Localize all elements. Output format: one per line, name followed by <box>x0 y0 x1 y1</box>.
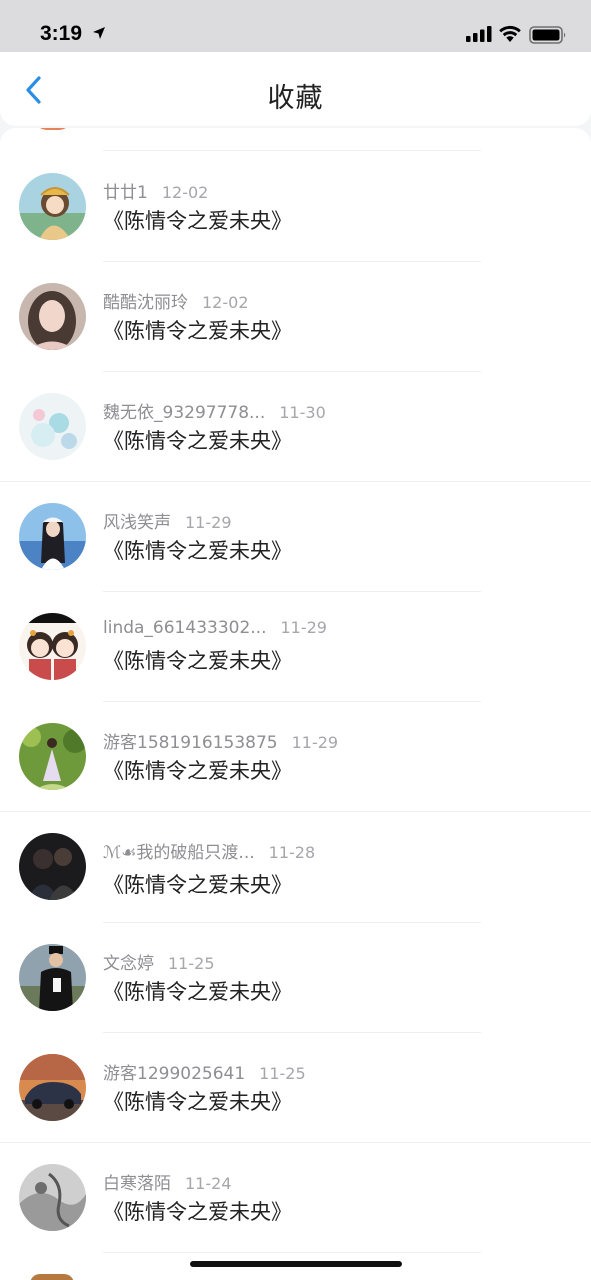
list-item[interactable]: 风浅笑声 11-29 《陈情令之爱未央》 <box>0 481 591 591</box>
page-title: 收藏 <box>267 83 324 114</box>
username: 游客1581916153875 <box>103 733 278 753</box>
avatar[interactable] <box>19 283 86 350</box>
list-item[interactable]: 酷酷沈丽玲 12-02 《陈情令之爱未央》 <box>0 261 591 371</box>
list-item[interactable]: 文念婷 11-25 《陈情令之爱未央》 <box>0 922 591 1032</box>
username: 风浅笑声 <box>103 513 171 533</box>
cellular-signal-icon <box>466 26 492 42</box>
divider <box>103 1252 481 1253</box>
avatar[interactable] <box>19 833 86 900</box>
item-meta: 廿廿1 12-02 <box>103 178 208 203</box>
list-item[interactable]: 游客1299025641 11-25 《陈情令之爱未央》 <box>0 1032 591 1142</box>
item-meta: 魏无依_93297778... 11-30 <box>103 398 326 423</box>
username: 廿廿1 <box>103 183 148 203</box>
username: 文念婷 <box>103 954 154 974</box>
home-indicator[interactable] <box>190 1261 402 1267</box>
list-item[interactable]: ℳ☙我的破船只渡... 11-28 《陈情令之爱未央》 <box>0 811 591 927</box>
item-title: 《陈情令之爱未央》 <box>103 873 292 897</box>
list-item[interactable]: 白寒落陌 11-24 《陈情令之爱未央》 <box>0 1142 591 1252</box>
favorites-list[interactable]: 廿廿1 12-02 《陈情令之爱未央》 酷酷沈丽玲 12-02 《陈情令之爱未央》 <box>0 128 591 1280</box>
list-item[interactable]: linda_661433302... 11-29 《陈情令之爱未央》 <box>0 591 591 701</box>
item-meta: 游客1581916153875 11-29 <box>103 728 338 753</box>
item-meta: 文念婷 11-25 <box>103 949 215 974</box>
item-title: 《陈情令之爱未央》 <box>103 1200 292 1224</box>
status-bar: 3:19 <box>0 0 591 52</box>
item-title: 《陈情令之爱未央》 <box>103 980 292 1004</box>
item-title: 《陈情令之爱未央》 <box>103 539 292 563</box>
item-title: 《陈情令之爱未央》 <box>103 429 292 453</box>
avatar[interactable] <box>19 173 86 240</box>
username: ℳ☙我的破船只渡... <box>103 843 255 863</box>
date: 12-02 <box>202 293 249 312</box>
item-title: 《陈情令之爱未央》 <box>103 759 292 783</box>
date: 11-25 <box>168 954 215 973</box>
username: 游客1299025641 <box>103 1064 246 1084</box>
username: linda_661433302... <box>103 618 267 638</box>
list-item[interactable]: 廿廿1 12-02 《陈情令之爱未央》 <box>0 151 591 261</box>
avatar[interactable] <box>19 1164 86 1231</box>
item-meta: 白寒落陌 11-24 <box>103 1169 232 1194</box>
item-meta: 风浅笑声 11-29 <box>103 508 232 533</box>
avatar[interactable] <box>19 944 86 1011</box>
date: 11-29 <box>291 733 339 752</box>
item-meta: 游客1299025641 11-25 <box>103 1059 306 1084</box>
avatar[interactable] <box>19 1054 86 1121</box>
username: 白寒落陌 <box>103 1174 171 1194</box>
date: 11-24 <box>185 1174 232 1193</box>
date: 11-25 <box>259 1064 306 1083</box>
item-title: 《陈情令之爱未央》 <box>103 1090 292 1114</box>
status-time: 3:19 <box>40 22 83 45</box>
avatar[interactable] <box>19 503 86 570</box>
favorites-screen: 3:19 收藏 廿廿1 12-02 《陈情令之爱未央》 酷酷沈丽玲 12-02 … <box>0 0 591 1280</box>
wifi-icon <box>499 25 521 42</box>
nav-header: 收藏 <box>0 52 591 126</box>
date: 11-28 <box>268 843 316 862</box>
location-arrow-icon <box>93 27 105 39</box>
username: 酷酷沈丽玲 <box>103 293 188 313</box>
item-meta: linda_661433302... 11-29 <box>103 618 327 638</box>
avatar[interactable] <box>19 723 86 790</box>
avatar[interactable] <box>19 613 86 680</box>
list-item[interactable]: 游客1581916153875 11-29 《陈情令之爱未央》 <box>0 701 591 811</box>
avatar[interactable] <box>19 393 86 460</box>
username: 魏无依_93297778... <box>103 403 266 423</box>
date: 11-30 <box>279 403 326 422</box>
item-meta: 酷酷沈丽玲 12-02 <box>103 288 249 313</box>
item-meta: ℳ☙我的破船只渡... 11-28 <box>103 838 315 863</box>
item-title: 《陈情令之爱未央》 <box>103 209 292 233</box>
item-title: 《陈情令之爱未央》 <box>103 319 292 343</box>
list-item[interactable]: 魏无依_93297778... 11-30 《陈情令之爱未央》 <box>0 371 591 481</box>
item-title: 《陈情令之爱未央》 <box>103 649 292 673</box>
date: 11-29 <box>280 618 327 637</box>
date: 11-29 <box>185 513 232 532</box>
avatar <box>30 1274 74 1280</box>
avatar <box>35 128 71 130</box>
date: 12-02 <box>161 183 209 202</box>
battery-icon <box>529 26 566 44</box>
